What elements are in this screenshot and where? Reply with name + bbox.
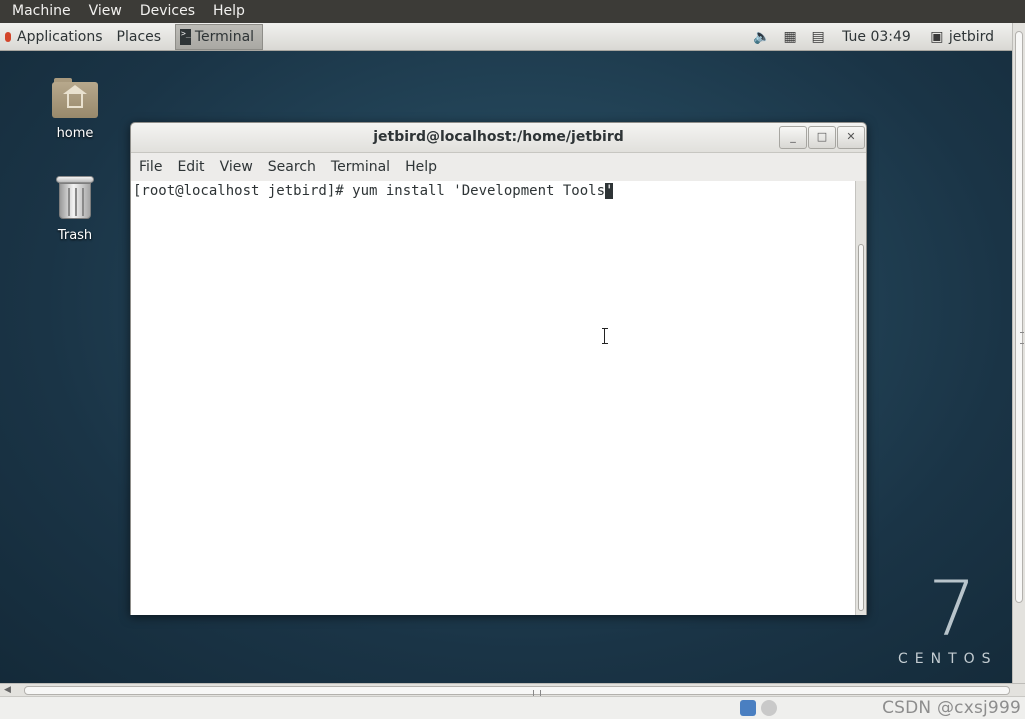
menu-file[interactable]: File: [132, 159, 169, 175]
trash-icon: [56, 176, 94, 220]
taskbar-terminal-button[interactable]: >_ Terminal: [175, 23, 264, 50]
gnome-foot-icon: [5, 31, 11, 42]
applications-label: Applications: [17, 28, 103, 45]
close-button[interactable]: ✕: [837, 126, 865, 149]
volume-icon[interactable]: 🔈: [752, 29, 772, 45]
host-menubar: Machine View Devices Help: [0, 0, 1025, 23]
vm-vertical-scrollbar-thumb[interactable]: [1015, 31, 1024, 603]
ibeam-cursor-icon: [602, 328, 608, 344]
terminal-text-area[interactable]: [root@localhost jetbird]# yum install 'D…: [131, 181, 855, 615]
desktop-icon-trash[interactable]: Trash: [30, 176, 120, 243]
taskbar-terminal-label: Terminal: [194, 28, 255, 45]
user-menu[interactable]: ▣ jetbird: [923, 29, 994, 45]
clock[interactable]: Tue 03:49: [842, 29, 911, 45]
text-cursor: ': [605, 183, 614, 199]
places-label: Places: [116, 28, 162, 45]
top-panel: Applications Places >_ Terminal 🔈 ▦ ▤ Tu…: [0, 23, 1012, 51]
terminal-command-line: [root@localhost jetbird]# yum install 'D…: [133, 182, 614, 200]
menu-terminal[interactable]: Terminal: [324, 159, 397, 175]
menu-search[interactable]: Search: [261, 159, 323, 175]
desktop-icon-home[interactable]: home: [30, 78, 120, 141]
centos-version: 7: [928, 564, 977, 653]
terminal-title: jetbird@localhost:/home/jetbird: [373, 129, 624, 145]
optical-drive-icon[interactable]: [761, 700, 777, 716]
centos-wordmark: CENTOS: [898, 651, 998, 667]
host-menu-machine[interactable]: Machine: [6, 0, 77, 23]
centos-logo: 7 CENTOS: [898, 564, 998, 668]
user-icon: ▣: [930, 28, 944, 45]
vm-horizontal-scrollbar-thumb[interactable]: [24, 686, 1010, 696]
terminal-scrollbar[interactable]: [855, 181, 866, 615]
terminal-scrollbar-thumb[interactable]: [858, 244, 864, 611]
minimize-button[interactable]: _: [779, 126, 807, 149]
terminal-menubar: File Edit View Search Terminal Help: [131, 153, 866, 181]
terminal-window: jetbird@localhost:/home/jetbird _ □ ✕ Fi…: [130, 122, 867, 615]
vm-vertical-scrollbar[interactable]: [1012, 23, 1025, 683]
host-menu-devices[interactable]: Devices: [134, 0, 201, 23]
panel-status-area: 🔈 ▦ ▤ Tue 03:49 ▣ jetbird: [748, 23, 1012, 50]
terminal-titlebar[interactable]: jetbird@localhost:/home/jetbird _ □ ✕: [131, 123, 866, 153]
host-menu-help[interactable]: Help: [207, 0, 251, 23]
desktop-icon-trash-label: Trash: [57, 228, 93, 243]
host-menu-view[interactable]: View: [83, 0, 128, 23]
menu-help[interactable]: Help: [398, 159, 444, 175]
clipboard-icon[interactable]: ▤: [808, 29, 828, 45]
user-name: jetbird: [948, 28, 994, 45]
vm-statusbar: CSDN @cxsj999: [0, 696, 1025, 719]
vm-horizontal-scrollbar[interactable]: ◀: [0, 683, 1025, 696]
places-menu[interactable]: Places: [110, 23, 169, 50]
network-icon[interactable]: ▦: [780, 29, 800, 45]
home-folder-icon: [52, 78, 98, 118]
applications-menu[interactable]: Applications: [0, 23, 110, 50]
command-text: [root@localhost jetbird]# yum install 'D…: [133, 183, 606, 199]
menu-view[interactable]: View: [213, 159, 260, 175]
menu-edit[interactable]: Edit: [170, 159, 211, 175]
watermark: CSDN @cxsj999: [882, 698, 1021, 718]
desktop-icon-home-label: home: [56, 126, 94, 141]
mouse-integration-icon[interactable]: [740, 700, 756, 716]
terminal-icon: >_: [180, 28, 191, 45]
maximize-button[interactable]: □: [808, 126, 836, 149]
